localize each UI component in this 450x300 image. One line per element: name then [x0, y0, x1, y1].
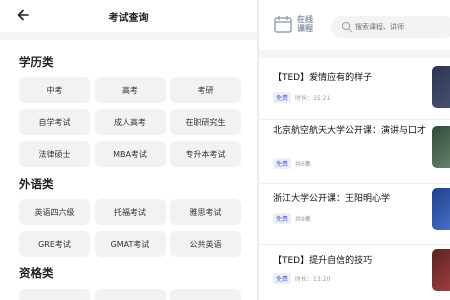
course-meta: 免费 时长：15:21	[273, 92, 330, 103]
exam-chip[interactable]: 高考	[94, 77, 166, 103]
brand-line-2: 课程	[297, 24, 313, 33]
search-icon	[341, 21, 353, 33]
course-meta: 免费 共9集	[273, 213, 311, 224]
course-item[interactable]: 【TED】爱情应有的样子 免费 时长：15:21	[259, 58, 450, 118]
exam-query-header: 考试查询	[0, 0, 257, 32]
course-meta: 免费 时长：13:20	[273, 273, 330, 284]
online-course-panel: 在线 课程 【TED】爱情应有的样子 免费 时长：15:21	[259, 0, 450, 300]
exam-chip[interactable]: 自学考试	[19, 109, 90, 135]
screenshot-root: 考试查询 学历类 中考 高考 考研 自学考试 成人高考 在职研究生 法律硕士 M…	[0, 0, 450, 300]
section-title-foreign-language: 外语类	[19, 177, 54, 191]
exam-chip[interactable]: 雅思考试	[170, 199, 241, 225]
course-episodes: 共9集	[295, 216, 311, 223]
course-meta: 免费 共6集	[273, 158, 311, 169]
brand-label: 在线 课程	[297, 15, 313, 33]
course-title: 浙江大学公开课：王阳明心学	[273, 194, 391, 204]
free-badge: 免费	[273, 273, 292, 284]
header-divider	[259, 50, 450, 58]
education-exam-grid: 中考 高考 考研 自学考试 成人高考 在职研究生 法律硕士 MBA考试 专升本考…	[19, 77, 241, 167]
section-title-education: 学历类	[19, 55, 54, 69]
course-item[interactable]: 北京航空航天大学公开课：演讲与口才 免费 共6集	[259, 120, 450, 180]
exam-chip[interactable]: 成人高考	[94, 109, 166, 135]
course-duration: 时长：15:21	[295, 95, 331, 102]
exam-chip[interactable]: 在职研究生	[170, 109, 241, 135]
course-item[interactable]: 浙江大学公开课：王阳明心学 免费 共9集	[259, 184, 450, 244]
exam-chip-partial[interactable]	[170, 289, 241, 300]
course-title: 【TED】爱情应有的样子	[273, 73, 373, 83]
page-title: 考试查询	[108, 13, 149, 24]
exam-chip[interactable]: MBA考试	[94, 141, 166, 167]
course-thumbnail[interactable]	[432, 66, 450, 108]
exam-chip[interactable]: 英语四六级	[19, 199, 90, 225]
exam-chip[interactable]: 考研	[170, 77, 241, 103]
course-duration: 时长：13:20	[295, 276, 331, 283]
exam-query-panel: 考试查询 学历类 中考 高考 考研 自学考试 成人高考 在职研究生 法律硕士 M…	[0, 0, 257, 300]
exam-chip[interactable]: 中考	[19, 77, 90, 103]
free-badge: 免费	[273, 92, 292, 103]
search-input[interactable]	[355, 16, 450, 38]
course-title: 北京航空航天大学公开课：演讲与口才	[273, 126, 427, 136]
exam-chip[interactable]: 托福考试	[94, 199, 166, 225]
course-thumbnail[interactable]	[432, 188, 450, 230]
header-divider	[0, 32, 257, 40]
course-episodes: 共6集	[295, 161, 311, 168]
exam-chip[interactable]: GRE考试	[19, 231, 90, 257]
brand-line-1: 在线	[297, 15, 313, 24]
exam-chip-partial[interactable]	[19, 289, 90, 300]
exam-chip[interactable]: 法律硕士	[19, 141, 90, 167]
course-title: 【TED】提升自信的技巧	[273, 256, 373, 266]
exam-chip[interactable]: 专升本考试	[170, 141, 241, 167]
course-item[interactable]: 【TED】提升自信的技巧 免费 时长：13:20	[259, 245, 450, 300]
exam-chip[interactable]: 公共英语	[170, 231, 241, 257]
course-thumbnail[interactable]	[432, 126, 450, 168]
language-exam-grid: 英语四六级 托福考试 雅思考试 GRE考试 GMAT考试 公共英语	[19, 199, 241, 257]
course-header: 在线 课程	[259, 0, 450, 50]
free-badge: 免费	[273, 158, 292, 169]
section-title-qualification: 资格类	[19, 266, 54, 280]
qualification-exam-grid	[19, 289, 241, 300]
search-bar[interactable]	[331, 16, 450, 38]
calendar-logo-icon	[274, 16, 292, 33]
exam-chip-partial[interactable]	[94, 289, 166, 300]
free-badge: 免费	[273, 213, 292, 224]
exam-chip[interactable]: GMAT考试	[94, 231, 166, 257]
course-thumbnail[interactable]	[432, 249, 450, 291]
